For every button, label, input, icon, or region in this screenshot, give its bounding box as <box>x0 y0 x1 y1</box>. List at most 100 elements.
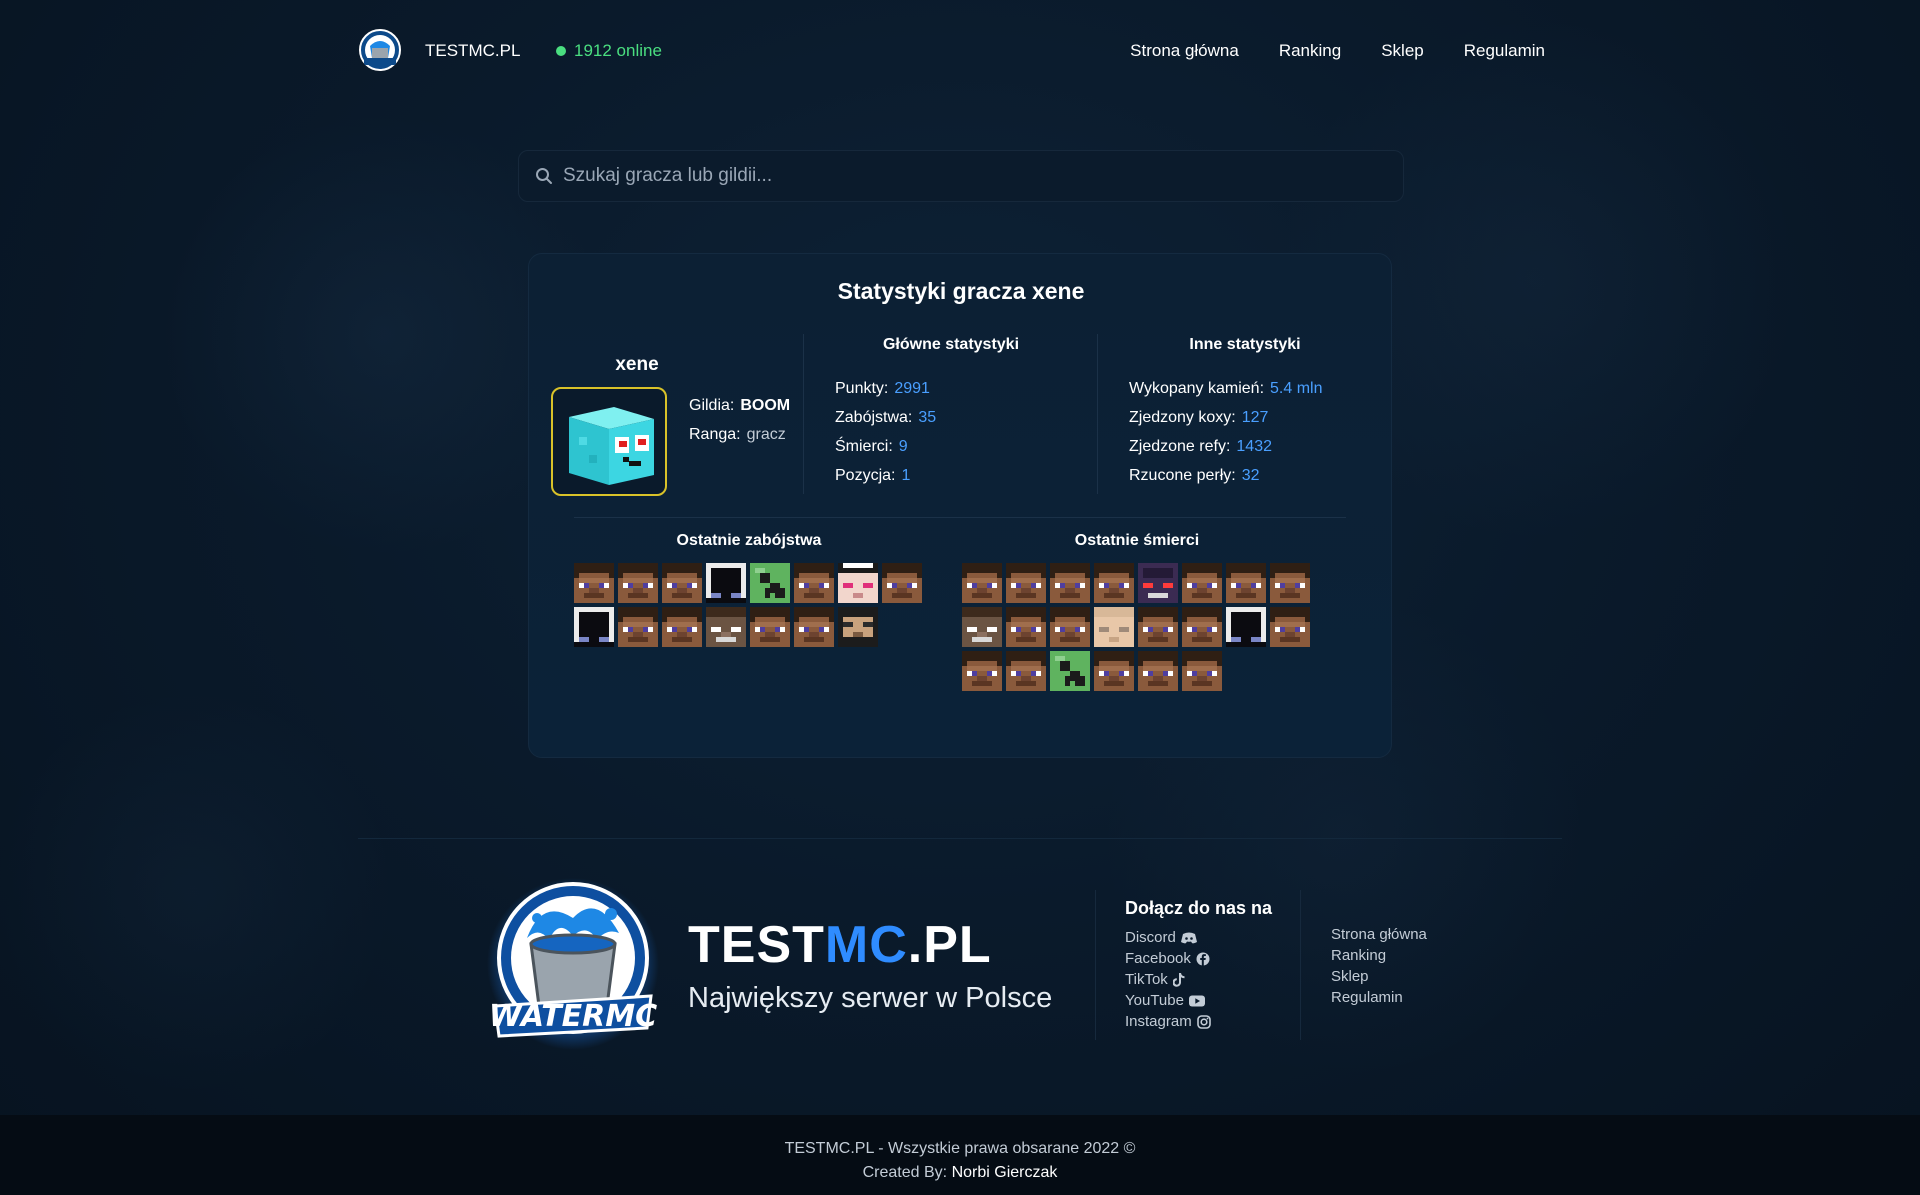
online-count: 1912 online <box>574 41 662 60</box>
watermc-logo-icon[interactable] <box>358 28 402 72</box>
player-head-icon[interactable] <box>1182 651 1222 691</box>
guild-value[interactable]: BOOM <box>740 397 790 414</box>
recent-kills-title: Ostatnie zabójstwa <box>676 532 822 549</box>
copyright: TESTMC.PL - Wszystkie prawa obsarane 202… <box>784 1140 1136 1157</box>
player-head-icon[interactable] <box>838 607 878 647</box>
credits-author[interactable]: Norbi Gierczak <box>952 1164 1058 1181</box>
header: TESTMC.PL 1912 online Strona główna Rank… <box>0 0 1920 100</box>
stat-value: 35 <box>918 409 937 426</box>
main-stats-title: Główne statystyki <box>882 336 1020 353</box>
footer-link-shop[interactable]: Sklep <box>1331 966 1427 987</box>
social-facebook[interactable]: Facebook <box>1125 948 1211 969</box>
player-head-icon[interactable] <box>662 607 702 647</box>
other-stats-list: Wykopany kamień: 5.4 mln Zjedzony koxy: 12… <box>1129 374 1323 490</box>
player-head-icon[interactable] <box>1270 563 1310 603</box>
stat-label: Pozycja: <box>835 467 896 484</box>
stat-label: Wykopany kamień: <box>1129 380 1265 397</box>
player-head-icon[interactable] <box>1138 607 1178 647</box>
stat-label: Punkty: <box>835 380 889 397</box>
footer-link-ranking[interactable]: Ranking <box>1331 945 1427 966</box>
player-head-icon[interactable] <box>750 607 790 647</box>
player-head-icon[interactable] <box>838 563 878 603</box>
player-head-icon[interactable] <box>962 607 1002 647</box>
footer-divider <box>1095 890 1096 1040</box>
social-label: TikTok <box>1125 971 1168 988</box>
player-head-icon[interactable] <box>1270 607 1310 647</box>
rank-label: Ranga: <box>689 426 741 443</box>
nav-rules[interactable]: Regulamin <box>1464 41 1545 61</box>
divider <box>1097 334 1098 494</box>
nav-home[interactable]: Strona główna <box>1130 41 1239 61</box>
stat-value: 32 <box>1241 467 1260 484</box>
stat-value: 5.4 mln <box>1270 380 1323 397</box>
player-head-icon[interactable] <box>662 563 702 603</box>
recent-deaths-grid <box>962 563 1310 691</box>
social-instagram[interactable]: Instagram <box>1125 1011 1211 1032</box>
player-head-icon[interactable] <box>1138 651 1178 691</box>
watermc-logo-icon[interactable]: WATERMC <box>487 878 659 1050</box>
social-tiktok[interactable]: TikTok <box>1125 969 1211 990</box>
social-label: Discord <box>1125 929 1176 946</box>
player-head-icon[interactable] <box>574 563 614 603</box>
social-links: Discord Facebook TikTok YouTube Instagra… <box>1125 927 1211 1032</box>
player-head-icon[interactable] <box>1182 563 1222 603</box>
stat-label: Zjedzony koxy: <box>1129 409 1236 426</box>
brand-name[interactable]: TESTMC.PL <box>425 41 520 61</box>
player-head-icon[interactable] <box>794 563 834 603</box>
player-head-icon[interactable] <box>750 563 790 603</box>
search-bar <box>518 150 1404 202</box>
player-head-icon[interactable] <box>1094 563 1134 603</box>
nav-shop[interactable]: Sklep <box>1381 41 1424 61</box>
stat-row: Rzucone perły: 32 <box>1129 461 1323 490</box>
search-input[interactable] <box>563 165 1383 187</box>
stat-value: 1 <box>901 467 911 484</box>
player-head-icon[interactable] <box>1226 607 1266 647</box>
player-head-icon[interactable] <box>1094 651 1134 691</box>
logo-text: WATERMC <box>489 999 657 1034</box>
recent-deaths-title: Ostatnie śmierci <box>1074 532 1200 549</box>
player-head-icon[interactable] <box>1182 607 1222 647</box>
recent-kills-grid <box>574 563 922 647</box>
player-name: xene <box>615 354 659 375</box>
player-head-icon[interactable] <box>706 563 746 603</box>
player-head-icon[interactable] <box>962 563 1002 603</box>
footer-divider <box>358 838 1562 839</box>
player-head-icon[interactable] <box>1050 563 1090 603</box>
player-head-icon[interactable] <box>1006 607 1046 647</box>
player-head-icon[interactable] <box>1006 563 1046 603</box>
player-head-icon[interactable] <box>1226 563 1266 603</box>
player-head-icon[interactable] <box>1006 651 1046 691</box>
brand-part: MC <box>824 916 908 974</box>
footer-link-home[interactable]: Strona główna <box>1331 924 1427 945</box>
social-discord[interactable]: Discord <box>1125 927 1211 948</box>
player-head-icon[interactable] <box>706 607 746 647</box>
player-head-icon[interactable] <box>1094 607 1134 647</box>
online-status: 1912 online <box>556 41 662 61</box>
player-head-icon[interactable] <box>794 607 834 647</box>
stat-label: Śmierci: <box>835 438 893 455</box>
player-head-icon[interactable] <box>962 651 1002 691</box>
stat-label: Zabójstwa: <box>835 409 913 426</box>
main-stats-list: Punkty: 2991 Zabójstwa: 35 Śmierci: 9 Pozyc… <box>835 374 936 490</box>
player-head-icon[interactable] <box>1050 651 1090 691</box>
player-head-icon[interactable] <box>1050 607 1090 647</box>
social-youtube[interactable]: YouTube <box>1125 990 1211 1011</box>
player-head-icon[interactable] <box>574 607 614 647</box>
online-dot-icon <box>556 46 566 56</box>
tagline: Największy serwer w Polsce <box>688 982 1053 1014</box>
rank-value: gracz <box>746 426 786 443</box>
stat-row: Punkty: 2991 <box>835 374 936 403</box>
player-head-icon[interactable] <box>1138 563 1178 603</box>
youtube-icon <box>1188 995 1205 1006</box>
stat-row: Śmierci: 9 <box>835 432 936 461</box>
footer-link-rules[interactable]: Regulamin <box>1331 987 1427 1008</box>
divider <box>574 517 1346 518</box>
player-head-icon[interactable] <box>618 563 658 603</box>
footer-divider <box>1300 890 1301 1040</box>
footer-links: Strona główna Ranking Sklep Regulamin <box>1331 924 1427 1008</box>
other-stats-title: Inne statystyki <box>1189 336 1301 353</box>
stat-value: 127 <box>1241 409 1269 426</box>
player-head-icon[interactable] <box>618 607 658 647</box>
nav-ranking[interactable]: Ranking <box>1279 41 1341 61</box>
player-head-icon[interactable] <box>882 563 922 603</box>
